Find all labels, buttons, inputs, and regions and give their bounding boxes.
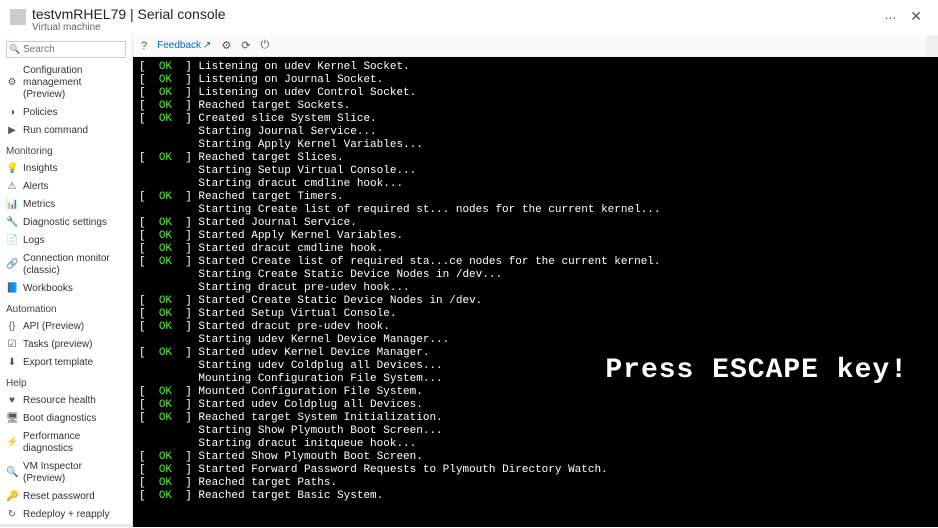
bootdiag-icon: 🖥	[6, 413, 18, 425]
feedback-link[interactable]: Feedback↗	[157, 40, 211, 51]
search-input[interactable]	[6, 41, 126, 58]
main-panel: ? Feedback↗ ⚙ ⟳ ⏻ [ OK ] Listening on ud…	[133, 35, 938, 527]
sidebar-item-label: Connection monitor (classic)	[23, 253, 126, 277]
sidebar-item-label: API (Preview)	[23, 321, 84, 333]
sidebar-item-label: Metrics	[23, 199, 55, 211]
vminsp-icon: 🔍	[6, 467, 18, 479]
page-title: testvmRHEL79 | Serial console	[32, 6, 877, 22]
sidebar-item-config[interactable]: ⚙ Configuration management (Preview)	[0, 62, 132, 104]
diag-icon: 🔧	[6, 217, 18, 229]
section-monitoring: Monitoring	[0, 140, 132, 160]
sidebar-item-label: VM Inspector (Preview)	[23, 461, 126, 485]
sidebar-item-label: Resource health	[23, 395, 96, 407]
run-icon: ▶	[6, 125, 18, 137]
sidebar-item-api[interactable]: {} API (Preview)	[0, 318, 132, 336]
sidebar-item-label: Insights	[23, 163, 57, 175]
redeploy-icon: ↻	[6, 509, 18, 521]
body: 🔍 ⚙ Configuration management (Preview) ◑ P…	[0, 35, 938, 527]
serial-console-output[interactable]: [ OK ] Listening on udev Kernel Socket. …	[133, 57, 938, 527]
policies-icon: ◑	[6, 107, 18, 119]
restart-button[interactable]: ⟳	[241, 39, 250, 52]
sidebar-item-label: Performance diagnostics	[23, 431, 126, 455]
workbooks-icon: 📘	[6, 283, 18, 295]
sidebar-item-policies[interactable]: ◑ Policies	[0, 104, 132, 122]
tasks-icon: ☑	[6, 339, 18, 351]
power-button[interactable]: ⏻	[261, 39, 270, 52]
section-help: Help	[0, 372, 132, 392]
export-icon: ⬇	[6, 357, 18, 369]
sidebar-item-connmon[interactable]: 🔗 Connection monitor (classic)	[0, 250, 132, 280]
sidebar-item-label: Boot diagnostics	[23, 413, 96, 425]
sidebar-item-serial[interactable]: ▣Serial console	[0, 524, 132, 527]
sidebar-item-label: Export template	[23, 357, 93, 369]
sidebar-item-alerts[interactable]: ⚠ Alerts	[0, 178, 132, 196]
sidebar-item-insights[interactable]: 💡 Insights	[0, 160, 132, 178]
help-button[interactable]: ?	[141, 40, 147, 52]
metrics-icon: 📊	[6, 199, 18, 211]
sidebar-item-vminsp[interactable]: 🔍 VM Inspector (Preview)	[0, 458, 132, 488]
overlay-message: Press ESCAPE key!	[605, 355, 908, 386]
vm-icon	[10, 9, 26, 25]
search-icon: 🔍	[9, 44, 20, 55]
more-button[interactable]: ...	[877, 6, 905, 22]
config-icon: ⚙	[6, 77, 18, 89]
sidebar-item-tasks[interactable]: ☑ Tasks (preview)	[0, 336, 132, 354]
external-link-icon: ↗	[203, 40, 211, 51]
reshealth-icon: ♥	[6, 395, 18, 407]
api-icon: {}	[6, 321, 18, 333]
header-bar: testvmRHEL79 | Serial console Virtual ma…	[0, 0, 938, 35]
sidebar-item-bootdiag[interactable]: 🖥 Boot diagnostics	[0, 410, 132, 428]
console-toolbar: ? Feedback↗ ⚙ ⟳ ⏻	[133, 35, 938, 57]
sidebar-item-reshealth[interactable]: ♥ Resource health	[0, 392, 132, 410]
resetpw-icon: 🔑	[6, 491, 18, 503]
search-box: 🔍	[6, 41, 126, 58]
connmon-icon: 🔗	[6, 259, 18, 271]
insights-icon: 💡	[6, 163, 18, 175]
sidebar-item-label: Configuration management (Preview)	[23, 65, 126, 101]
sidebar-item-label: Workbooks	[23, 283, 73, 295]
sidebar-item-resetpw[interactable]: 🔑 Reset password	[0, 488, 132, 506]
sidebar-item-perfdiag[interactable]: ⚡ Performance diagnostics	[0, 428, 132, 458]
sidebar-item-diag[interactable]: 🔧 Diagnostic settings	[0, 214, 132, 232]
sidebar-item-export[interactable]: ⬇ Export template	[0, 354, 132, 372]
section-automation: Automation	[0, 298, 132, 318]
sidebar-item-logs[interactable]: 📄 Logs	[0, 232, 132, 250]
feedback-label: Feedback	[157, 40, 201, 51]
logs-icon: 📄	[6, 235, 18, 247]
settings-button[interactable]: ⚙	[221, 39, 231, 52]
sidebar-item-label: Diagnostic settings	[23, 217, 107, 229]
sidebar-item-label: Redeploy + reapply	[23, 509, 109, 521]
perfdiag-icon: ⚡	[6, 437, 18, 449]
close-button[interactable]: ✕	[904, 6, 928, 27]
page-subtitle: Virtual machine	[32, 22, 877, 33]
sidebar-item-label: Logs	[23, 235, 45, 247]
sidebar-item-workbooks[interactable]: 📘 Workbooks	[0, 280, 132, 298]
sidebar-item-label: Reset password	[23, 491, 95, 503]
alerts-icon: ⚠	[6, 181, 18, 193]
sidebar-item-label: Run command	[23, 125, 88, 137]
sidebar-item-redeploy[interactable]: ↻ Redeploy + reapply	[0, 506, 132, 524]
header-text: testvmRHEL79 | Serial console Virtual ma…	[32, 6, 877, 33]
sidebar-item-label: Tasks (preview)	[23, 339, 92, 351]
sidebar-item-run[interactable]: ▶ Run command	[0, 122, 132, 140]
sidebar: 🔍 ⚙ Configuration management (Preview) ◑ P…	[0, 35, 133, 527]
sidebar-item-label: Policies	[23, 107, 57, 119]
sidebar-item-metrics[interactable]: 📊 Metrics	[0, 196, 132, 214]
sidebar-item-label: Alerts	[23, 181, 49, 193]
